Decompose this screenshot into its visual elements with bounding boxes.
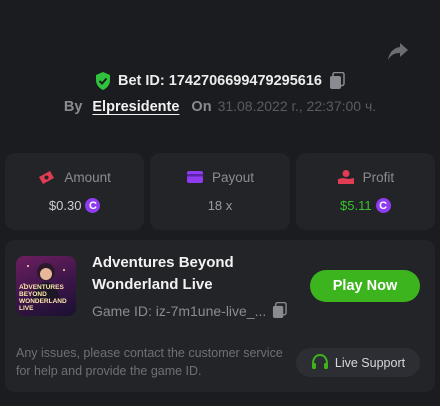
coin-icon: C (85, 198, 101, 213)
game-id: Game ID: iz-7m1une-live_... (92, 302, 267, 319)
coin-icon: C (375, 198, 391, 213)
copy-icon[interactable] (329, 72, 345, 90)
credit-card-icon (186, 171, 203, 183)
game-thumbnail-label: ADVENTURES BEYOND WONDERLAND LIVE (19, 284, 67, 312)
headset-icon (311, 354, 328, 369)
live-support-label: Live Support (334, 355, 406, 370)
stat-amount-value: $0.30 (48, 198, 82, 213)
live-support-button[interactable]: Live Support (296, 348, 420, 377)
stat-profit-label: Profit (362, 169, 395, 185)
hand-coin-icon (337, 170, 354, 184)
stat-profit-value: $5.11 (340, 198, 372, 213)
stat-payout-value: 18 x (207, 198, 233, 213)
bet-stats: Amount $0.30 C Payout 18 x Profit $5.11 … (5, 153, 435, 230)
share-button[interactable] (386, 40, 410, 62)
bet-meta-row: By Elpresidente On 31.08.2022 г., 22:37:… (0, 98, 440, 115)
game-id-row: Game ID: iz-7m1une-live_... (92, 302, 288, 319)
stat-amount: Amount $0.30 C (5, 153, 145, 230)
stat-amount-label: Amount (64, 169, 111, 185)
author-link[interactable]: Elpresidente (92, 99, 179, 115)
money-icon (39, 171, 55, 184)
play-now-button[interactable]: Play Now (310, 270, 420, 302)
bet-id: Bet ID: 1742706699479295616 (118, 73, 322, 89)
copy-icon[interactable] (272, 302, 288, 319)
on-label: On (191, 99, 212, 115)
game-card: ADVENTURES BEYOND WONDERLAND LIVE Advent… (5, 240, 435, 392)
bet-id-row: Bet ID: 1742706699479295616 (0, 72, 440, 90)
share-arrow-icon (388, 43, 408, 60)
game-title-line1: Adventures Beyond (92, 254, 234, 271)
game-title: Adventures Beyond Wonderland Live (92, 252, 234, 296)
bet-date: 31.08.2022 г., 22:37:00 ч. (217, 98, 377, 114)
game-thumbnail[interactable]: ADVENTURES BEYOND WONDERLAND LIVE (16, 256, 76, 316)
stat-profit: Profit $5.11 C (295, 153, 435, 230)
game-title-line2: Wonderland Live (92, 276, 213, 293)
by-label: By (63, 99, 83, 115)
stat-payout: Payout 18 x (150, 153, 290, 230)
stat-payout-label: Payout (211, 169, 254, 185)
support-notice: Any issues, please contact the customer … (16, 346, 283, 378)
shield-check-icon (96, 72, 110, 90)
